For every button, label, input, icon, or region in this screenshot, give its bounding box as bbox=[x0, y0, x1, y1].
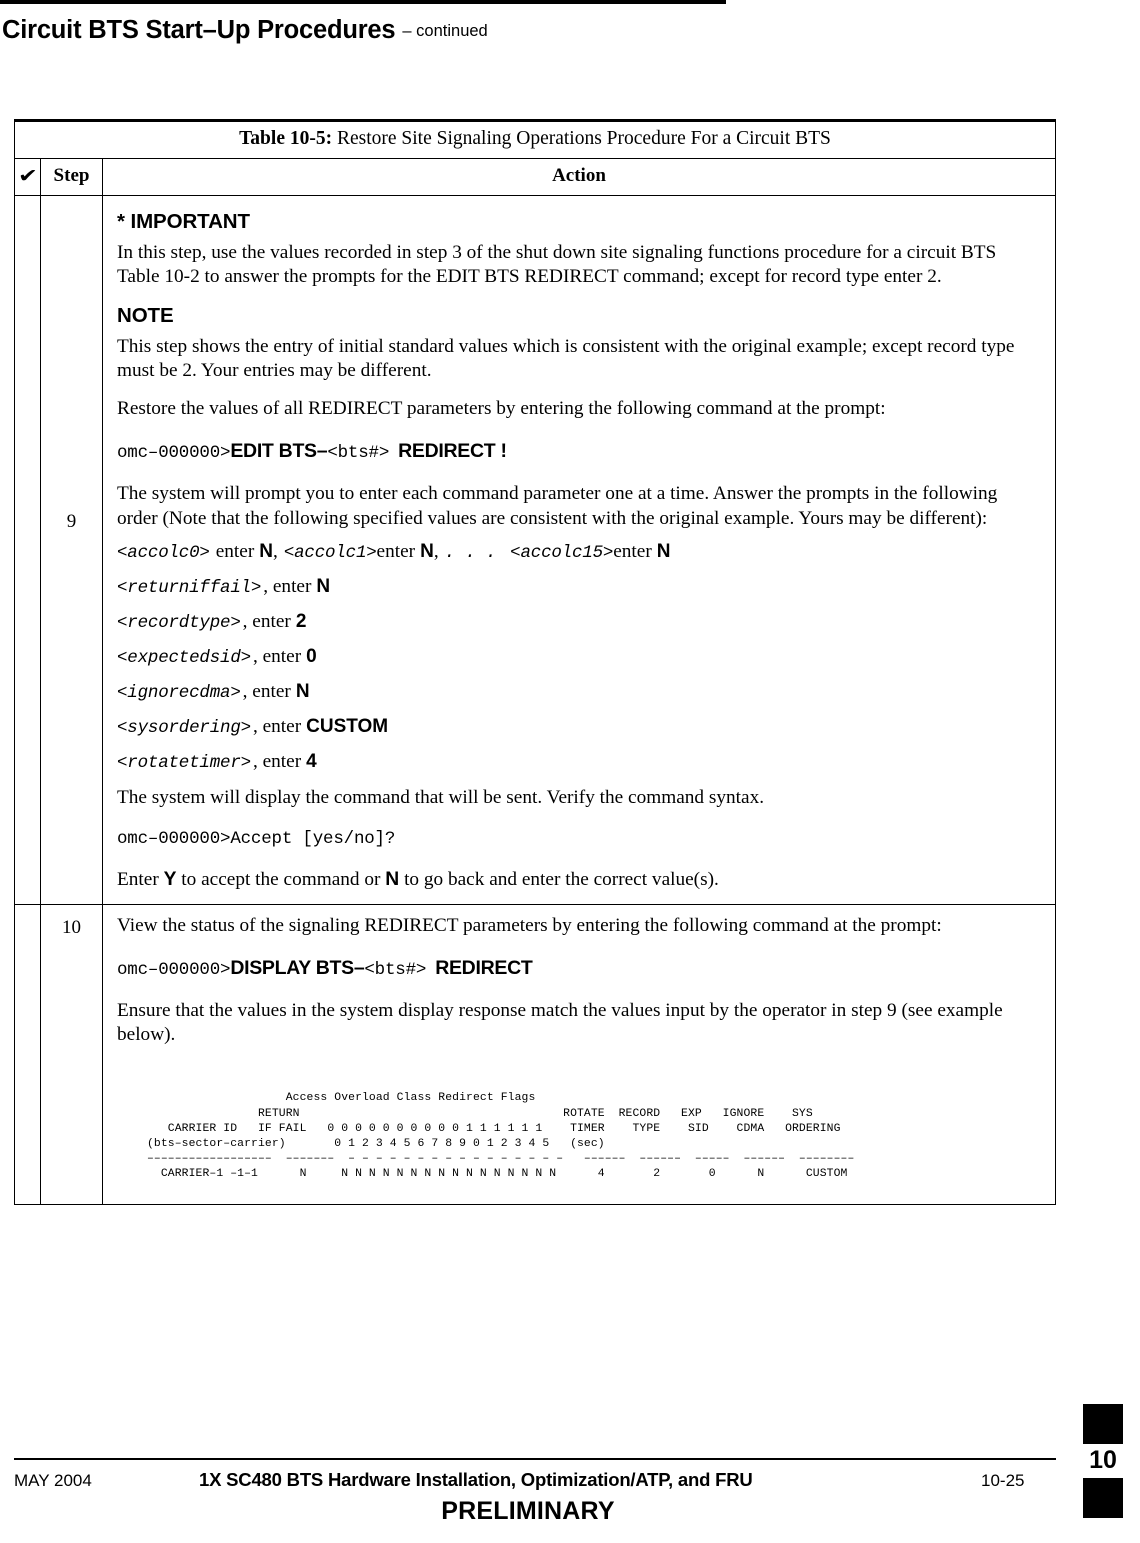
step9-prompts-text: The system will prompt you to enter each… bbox=[117, 483, 998, 529]
accept-no-key: N bbox=[385, 868, 400, 890]
parameter-line-sysordering: <sysordering>, enter CUSTOM bbox=[117, 715, 1041, 740]
row-step-number-9: 9 bbox=[40, 195, 103, 905]
accolc1-name: <accolc1> bbox=[283, 542, 377, 563]
accolc0-value: N bbox=[259, 540, 273, 562]
accept-prompt-line: omc–000000>Accept [yes/no]? bbox=[117, 828, 396, 849]
footer-document-title: 1X SC480 BTS Hardware Installation, Opti… bbox=[199, 1469, 753, 1490]
accolc1-enter: enter bbox=[376, 540, 416, 562]
step10-ensure-text: Ensure that the values in the system dis… bbox=[117, 1000, 1003, 1046]
table-row: 10 View the status of the signaling REDI… bbox=[14, 903, 1056, 1206]
parameter-line-returniffail: <returniffail>, enter N bbox=[117, 575, 1041, 600]
footer-rule bbox=[14, 1458, 1056, 1460]
accolc15-enter: enter bbox=[613, 540, 652, 562]
step9-command-line: omc–000000>EDIT BTS–<bts#> REDIRECT ! bbox=[117, 439, 1041, 465]
accept-pre-text: Enter bbox=[117, 868, 159, 890]
accept-instruction: Enter Y to accept the command or N to go… bbox=[117, 868, 1041, 892]
row-step-number-10: 10 bbox=[40, 903, 103, 1206]
accept-mid-text: to accept the command or bbox=[181, 868, 381, 890]
page-top-rule bbox=[0, 0, 726, 4]
step10-command-prompt: omc–000000> bbox=[117, 960, 231, 981]
accept-yes-key: Y bbox=[163, 868, 177, 890]
row-action-cell-10: View the status of the signaling REDIREC… bbox=[102, 903, 1056, 1206]
step10-intro-text: View the status of the signaling REDIREC… bbox=[117, 914, 942, 936]
important-text: In this step, use the values recorded in… bbox=[117, 241, 997, 287]
running-header-continued: – continued bbox=[402, 22, 488, 40]
row-action-cell-9: * IMPORTANT In this step, use the values… bbox=[102, 195, 1056, 905]
step10-command-arg: <bts#> bbox=[364, 960, 427, 981]
step9-command-prompt: omc–000000> bbox=[117, 443, 231, 464]
param-name-expectedsid: <expectedsid> bbox=[117, 647, 251, 668]
parameter-line-rotatetimer: <rotatetimer>, enter 4 bbox=[117, 750, 1041, 775]
terminal-output-block: Access Overload Class Redirect Flags RET… bbox=[147, 1092, 855, 1181]
table-row: 9 * IMPORTANT In this step, use the valu… bbox=[14, 195, 1056, 905]
param-sep-sysordering: , enter bbox=[252, 715, 302, 737]
running-header-title: Circuit BTS Start–Up Procedures bbox=[2, 16, 396, 44]
step10-command-verb: DISPLAY BTS– bbox=[230, 957, 365, 980]
footer-date: MAY 2004 bbox=[14, 1471, 92, 1490]
procedure-table: Table 10-5: Restore Site Signaling Opera… bbox=[14, 121, 1056, 1206]
table-caption: Table 10-5: Restore Site Signaling Opera… bbox=[14, 121, 1056, 159]
param-value-returniffail: N bbox=[316, 575, 331, 597]
column-header-check: ✔ bbox=[14, 158, 41, 196]
step9-command-object: REDIRECT ! bbox=[398, 440, 507, 463]
note-text: This step shows the entry of initial sta… bbox=[117, 335, 1015, 382]
accept-post-text: to go back and enter the correct value(s… bbox=[404, 868, 719, 890]
param-name-rotatetimer: <rotatetimer> bbox=[117, 752, 251, 773]
param-sep-returniffail: , enter bbox=[263, 575, 312, 597]
footer-status-preliminary: PRELIMINARY bbox=[441, 1497, 615, 1525]
step9-verify-text: The system will display the command that… bbox=[117, 787, 765, 809]
step9-command-verb: EDIT BTS– bbox=[230, 440, 328, 463]
row-check-cell-9[interactable] bbox=[14, 195, 41, 905]
chapter-tab-marker-top bbox=[1083, 1404, 1123, 1444]
accolc15-value: N bbox=[656, 540, 671, 562]
step9-command-arg: <bts#> bbox=[327, 443, 390, 464]
param-name-recordtype: <recordtype> bbox=[117, 612, 241, 633]
accolc-ellipsis: . . . bbox=[444, 542, 497, 563]
footer-page-number: 10-25 bbox=[981, 1471, 1025, 1490]
parameter-line-recordtype: <recordtype>, enter 2 bbox=[117, 610, 1041, 635]
param-name-sysordering: <sysordering> bbox=[117, 717, 251, 738]
param-sep-ignorecdma: , enter bbox=[242, 680, 291, 702]
param-name-ignorecdma: <ignorecdma> bbox=[117, 682, 241, 703]
param-name-returniffail: <returniffail> bbox=[117, 577, 262, 598]
column-header-action: Action bbox=[102, 158, 1056, 196]
chapter-tab-marker-bottom bbox=[1083, 1478, 1123, 1518]
table-caption-text: Restore Site Signaling Operations Proced… bbox=[336, 128, 831, 149]
param-value-expectedsid: 0 bbox=[306, 645, 317, 667]
table-caption-row: Table 10-5: Restore Site Signaling Opera… bbox=[14, 121, 1056, 159]
important-heading: * IMPORTANT bbox=[117, 210, 250, 233]
accolc15-name: <accolc15> bbox=[510, 542, 614, 563]
accolc1-value: N bbox=[420, 540, 434, 562]
chapter-tab-number: 10 bbox=[1089, 1446, 1117, 1474]
accolc0-enter: enter bbox=[215, 540, 255, 562]
accolc1-comma: , bbox=[433, 540, 439, 562]
param-value-recordtype: 2 bbox=[295, 610, 307, 632]
step10-command-line: omc–000000>DISPLAY BTS–<bts#> REDIRECT bbox=[117, 956, 1041, 982]
param-value-sysordering: CUSTOM bbox=[306, 715, 389, 737]
accolc0-name: <accolc0> bbox=[117, 542, 210, 563]
step9-intro-text: Restore the values of all REDIRECT param… bbox=[117, 398, 886, 420]
checkmark-icon: ✔ bbox=[17, 166, 38, 187]
accolc0-comma: , bbox=[273, 540, 278, 562]
table-caption-label: Table 10-5: bbox=[239, 128, 333, 149]
param-sep-rotatetimer: , enter bbox=[252, 750, 302, 772]
step10-command-object: REDIRECT bbox=[435, 957, 533, 980]
running-header: Circuit BTS Start–Up Procedures – continu… bbox=[2, 16, 488, 45]
param-value-ignorecdma: N bbox=[295, 680, 310, 702]
parameter-line-expectedsid: <expectedsid>, enter 0 bbox=[117, 645, 1041, 670]
column-header-step: Step bbox=[40, 158, 103, 196]
accolc-parameter-line: <accolc0> enter N, <accolc1>enter N,. . . <ac… bbox=[117, 540, 1041, 565]
param-sep-expectedsid: , enter bbox=[252, 645, 302, 667]
row-check-cell-10[interactable] bbox=[14, 903, 41, 1206]
param-value-rotatetimer: 4 bbox=[306, 750, 317, 772]
param-sep-recordtype: , enter bbox=[242, 610, 291, 632]
note-heading: NOTE bbox=[117, 304, 174, 328]
parameter-line-ignorecdma: <ignorecdma>, enter N bbox=[117, 680, 1041, 705]
table-header-row: ✔ Step Action bbox=[14, 158, 1056, 196]
